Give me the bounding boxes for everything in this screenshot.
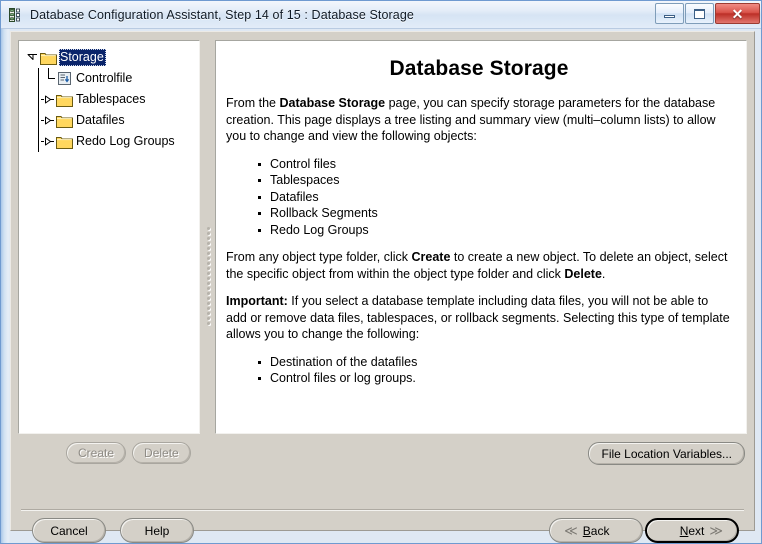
delete-button[interactable]: Delete <box>132 442 191 464</box>
window-controls: ✕ <box>654 3 760 24</box>
tree-node-label: Storage <box>59 49 106 66</box>
tree-node-tablespaces[interactable]: Tablespaces <box>25 89 199 110</box>
object-list: Control files Tablespaces Datafiles Roll… <box>226 156 732 239</box>
cd-bold-create: Create <box>411 250 451 264</box>
next-label: Next <box>680 524 705 538</box>
folder-icon <box>56 114 73 128</box>
chevron-right-icon: ≫ <box>709 523 723 538</box>
back-label: Back <box>583 524 610 538</box>
storage-tree: Storage Controlfile Tablespaces Datafile… <box>19 41 199 152</box>
close-icon: ✕ <box>731 5 744 22</box>
list-item: Destination of the datafiles <box>226 354 732 371</box>
title-bar: Database Configuration Assistant, Step 1… <box>1 1 761 29</box>
expand-handle-icon[interactable] <box>41 92 56 107</box>
close-button[interactable]: ✕ <box>715 3 760 24</box>
create-button[interactable]: Create <box>66 442 127 464</box>
back-rest: ack <box>590 523 610 538</box>
content-panel: Database Storage From the Database Stora… <box>215 40 747 434</box>
expand-handle-icon[interactable] <box>41 134 56 149</box>
page-title: Database Storage <box>389 57 569 80</box>
intro-paragraph: From the Database Storage page, you can … <box>226 95 732 145</box>
list-item: Control files <box>226 156 732 173</box>
tree-node-redo-log-groups[interactable]: Redo Log Groups <box>25 131 199 152</box>
cd-bold-delete: Delete <box>564 266 602 281</box>
chevron-left-icon: ≪ <box>564 523 578 538</box>
tree-node-datafiles[interactable]: Datafiles <box>25 110 199 131</box>
expand-handle-icon[interactable] <box>41 113 56 128</box>
folder-icon <box>56 93 73 107</box>
panel-splitter[interactable] <box>203 40 215 434</box>
next-button[interactable]: ≪ Next ≫ <box>645 518 739 543</box>
maximize-icon <box>694 8 705 19</box>
folder-icon <box>56 135 73 149</box>
dca-window: Database Configuration Assistant, Step 1… <box>0 0 762 544</box>
cd-text-1: From any object type folder, click <box>226 250 412 264</box>
list-item: Tablespaces <box>226 172 732 189</box>
next-rest: ext <box>688 523 705 538</box>
collapse-handle-icon[interactable] <box>25 50 40 65</box>
intro-text-1: From the <box>226 96 280 110</box>
object-action-row: Create Delete File Location Variables... <box>18 442 747 470</box>
minimize-icon <box>664 15 675 18</box>
list-item: Rollback Segments <box>226 205 732 222</box>
database-icon <box>8 7 24 23</box>
create-delete-paragraph: From any object type folder, click Creat… <box>226 249 732 282</box>
important-paragraph: Important: If you select a database temp… <box>226 293 732 343</box>
help-button[interactable]: Help <box>120 518 194 543</box>
back-button[interactable]: ≪ Back ≫ <box>549 518 644 543</box>
wizard-navigation-row: Cancel Help ≪ Back ≫ ≪ Next ≫ <box>18 518 747 543</box>
footer-separator <box>21 509 744 511</box>
back-mnemonic: B <box>582 523 591 538</box>
tree-node-label: Datafiles <box>76 113 125 127</box>
list-item: Control files or log groups. <box>226 370 732 387</box>
important-label: Important: <box>226 294 288 308</box>
folder-icon <box>40 51 57 65</box>
splitter-grip[interactable] <box>206 225 211 325</box>
intro-bold: Database Storage <box>279 96 386 110</box>
cancel-button[interactable]: Cancel <box>32 518 106 543</box>
list-item: Redo Log Groups <box>226 222 732 239</box>
dialog-client-area: Storage Controlfile Tablespaces Datafile… <box>10 31 755 543</box>
window-title: Database Configuration Assistant, Step 1… <box>30 7 414 22</box>
tree-node-controlfile[interactable]: Controlfile <box>25 68 199 89</box>
cd-text-3: . <box>601 266 606 281</box>
tree-node-storage[interactable]: Storage <box>25 47 199 152</box>
tree-node-label: Tablespaces <box>76 92 146 106</box>
important-text: If you select a database template includ… <box>226 294 730 341</box>
controlfile-icon <box>57 71 72 86</box>
storage-tree-panel[interactable]: Storage Controlfile Tablespaces Datafile… <box>18 40 200 434</box>
minimize-button[interactable] <box>655 3 684 24</box>
file-location-variables-button[interactable]: File Location Variables... <box>588 442 745 465</box>
list-item: Datafiles <box>226 189 732 206</box>
tree-branch-icon <box>41 68 56 89</box>
tree-node-label: Controlfile <box>76 71 133 85</box>
window-frame: Storage Controlfile Tablespaces Datafile… <box>1 29 761 543</box>
maximize-button[interactable] <box>685 3 714 24</box>
tree-node-label: Redo Log Groups <box>76 134 175 148</box>
change-list: Destination of the datafiles Control fil… <box>226 354 732 387</box>
